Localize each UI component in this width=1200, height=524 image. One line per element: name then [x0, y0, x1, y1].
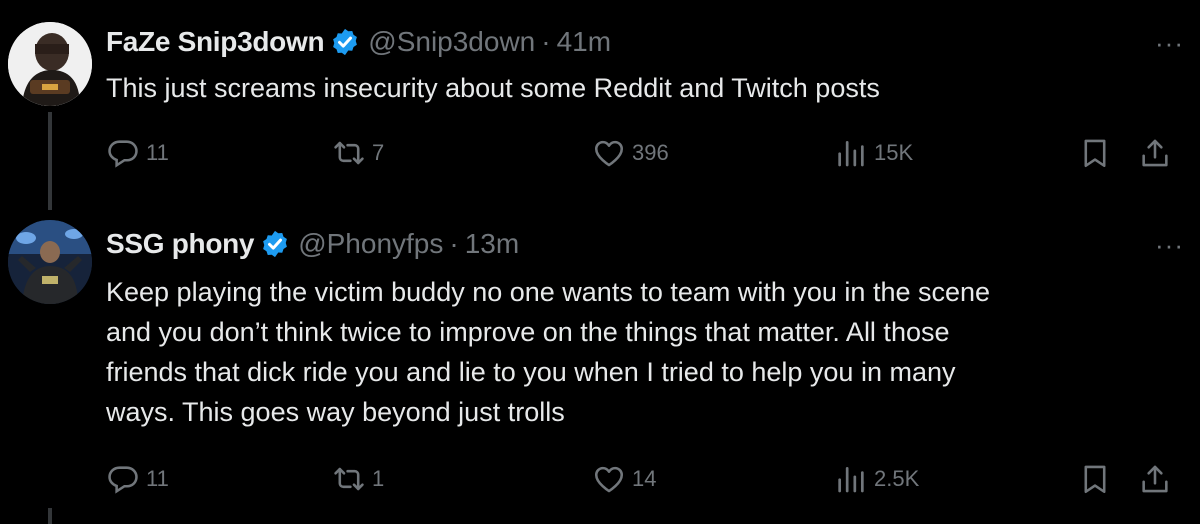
timestamp[interactable]: 13m — [465, 228, 519, 260]
handle[interactable]: @Snip3down — [368, 26, 535, 58]
separator-dot: · — [541, 26, 551, 57]
share-button[interactable] — [1138, 462, 1172, 496]
views-button[interactable]: 15K — [834, 136, 913, 170]
view-count: 2.5K — [874, 466, 920, 491]
repost-icon — [334, 141, 364, 165]
display-name[interactable]: FaZe Snip3down — [106, 26, 325, 58]
separator-dot: · — [449, 228, 459, 259]
verified-badge-icon — [263, 230, 288, 258]
like-button[interactable]: 14 — [592, 462, 656, 496]
repost-count: 1 — [372, 466, 385, 491]
like-count: 396 — [632, 140, 669, 165]
share-icon — [1142, 139, 1168, 167]
tweet-header: FaZe Snip3down @Snip3down · 41m — [106, 26, 611, 58]
avatar[interactable] — [8, 22, 92, 106]
more-options-button[interactable]: ··· — [1155, 230, 1184, 261]
thread-line — [48, 508, 52, 524]
tweet-text: This just screams insecurity about some … — [106, 73, 880, 103]
views-icon — [838, 467, 864, 493]
repost-count: 7 — [372, 140, 385, 165]
thread-line — [48, 112, 52, 210]
like-button[interactable]: 396 — [592, 136, 669, 170]
bookmark-button[interactable] — [1078, 136, 1112, 170]
view-count: 15K — [874, 140, 914, 165]
heart-icon — [594, 466, 624, 493]
reply-count: 11 — [146, 140, 169, 165]
verified-badge-icon — [333, 28, 358, 56]
heart-icon — [594, 140, 624, 167]
like-count: 14 — [632, 466, 657, 491]
reply-button[interactable]: 11 — [106, 462, 169, 496]
repost-button[interactable]: 7 — [332, 136, 384, 170]
reply-icon — [108, 140, 138, 168]
tweet[interactable]: FaZe Snip3down @Snip3down · 41m ··· This… — [0, 0, 1200, 210]
tweet-header: SSG phony @Phonyfps · 13m — [106, 228, 519, 260]
share-icon — [1142, 465, 1168, 493]
bookmark-icon — [1084, 139, 1106, 168]
reply-count: 11 — [146, 466, 169, 491]
tweet-text: Keep playing the victim buddy no one wan… — [106, 277, 991, 427]
handle[interactable]: @Phonyfps — [298, 228, 443, 260]
timestamp[interactable]: 41m — [557, 26, 611, 58]
tweet[interactable]: SSG phony @Phonyfps · 13m ··· Keep playi… — [0, 206, 1200, 524]
repost-button[interactable]: 1 — [332, 462, 384, 496]
reply-icon — [108, 466, 138, 494]
reply-button[interactable]: 11 — [106, 136, 169, 170]
avatar-image — [8, 220, 92, 304]
share-button[interactable] — [1138, 136, 1172, 170]
avatar-image — [8, 22, 92, 106]
tweet-actions: 11 7 396 15K — [106, 136, 1184, 176]
repost-icon — [334, 467, 364, 491]
views-icon — [838, 141, 864, 167]
views-button[interactable]: 2.5K — [834, 462, 919, 496]
tweet-actions: 11 1 14 2.5K — [106, 462, 1184, 502]
bookmark-button[interactable] — [1078, 462, 1112, 496]
avatar[interactable] — [8, 220, 92, 304]
bookmark-icon — [1084, 465, 1106, 494]
display-name[interactable]: SSG phony — [106, 228, 255, 260]
more-options-button[interactable]: ··· — [1155, 28, 1184, 59]
